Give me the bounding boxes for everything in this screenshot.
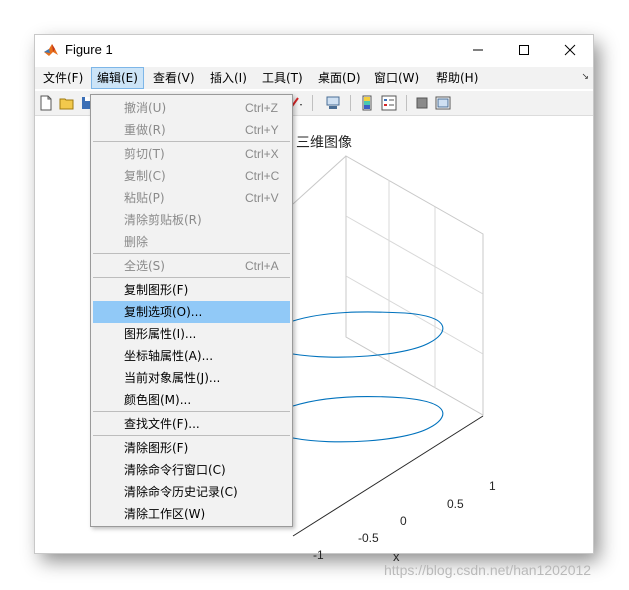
menu-file[interactable]: 文件(F) [38, 67, 88, 89]
menu-clear-command-window[interactable]: 清除命令行窗口(C) [93, 459, 290, 481]
x-tick-label: -0.5 [358, 531, 379, 545]
menu-help[interactable]: 帮助(H) [431, 67, 483, 89]
menu-clear-figure[interactable]: 清除图形(F) [93, 437, 290, 459]
menu-clear-workspace[interactable]: 清除工作区(W) [93, 503, 290, 525]
menu-cut[interactable]: 剪切(T) Ctrl+X [93, 143, 290, 165]
menu-copy[interactable]: 复制(C) Ctrl+C [93, 165, 290, 187]
menu-axes-properties[interactable]: 坐标轴属性(A)... [93, 345, 290, 367]
figure-window: Figure 1 文件(F) 编辑(E) 查看(V) 插入(I) 工具(T) 桌… [35, 35, 593, 564]
link-plot-icon[interactable] [325, 95, 341, 111]
watermark: https://blog.csdn.net/han1202012 [384, 562, 592, 578]
menu-edit[interactable]: 编辑(E) [91, 67, 144, 89]
edit-menu-dropdown: 撤消(U) Ctrl+Z 重做(R) Ctrl+Y 剪切(T) Ctrl+X 复制(C… [90, 94, 293, 527]
colorbar-icon[interactable] [359, 95, 375, 111]
window-title: Figure 1 [65, 42, 113, 57]
close-icon [564, 44, 576, 56]
legend-icon[interactable] [381, 95, 397, 111]
menu-undo[interactable]: 撤消(U) Ctrl+Z [93, 97, 290, 119]
menu-colormap[interactable]: 颜色图(M)... [93, 389, 290, 411]
minimize-button[interactable] [455, 35, 501, 65]
close-button[interactable] [547, 35, 593, 65]
minimize-icon [473, 49, 483, 51]
menu-view[interactable]: 查看(V) [148, 67, 200, 89]
plot-title: 三维图像 [296, 135, 352, 151]
x-tick-label: 1 [489, 479, 496, 493]
menu-find-files[interactable]: 查找文件(F)... [93, 413, 290, 435]
show-plot-tools-icon[interactable] [435, 95, 451, 111]
menu-select-all[interactable]: 全选(S) Ctrl+A [93, 255, 290, 277]
maximize-button[interactable] [501, 35, 547, 65]
x-tick-label: 0 [400, 514, 407, 528]
plot-curve-lower [292, 395, 444, 443]
title-bar[interactable]: Figure 1 [35, 35, 593, 65]
x-tick-label: -1 [313, 548, 324, 562]
menu-bar: 文件(F) 编辑(E) 查看(V) 插入(I) 工具(T) 桌面(D) 窗口(W… [35, 67, 593, 89]
menu-insert[interactable]: 插入(I) [205, 67, 252, 89]
x-tick-label: 0.5 [447, 497, 464, 511]
menu-desktop[interactable]: 桌面(D) [313, 67, 366, 89]
menu-paste[interactable]: 粘贴(P) Ctrl+V [93, 187, 290, 209]
menu-clear-command-history[interactable]: 清除命令历史记录(C) [93, 481, 290, 503]
hide-plot-tools-icon[interactable] [414, 95, 430, 111]
menu-redo[interactable]: 重做(R) Ctrl+Y [93, 119, 290, 141]
menubar-dock-arrow-icon[interactable]: ↘ [581, 72, 589, 82]
matlab-logo-icon [44, 44, 58, 56]
menu-current-object-properties[interactable]: 当前对象属性(J)... [93, 367, 290, 389]
menu-copy-figure[interactable]: 复制图形(F) [93, 279, 290, 301]
new-figure-icon[interactable] [38, 95, 54, 111]
maximize-icon [519, 45, 529, 55]
menu-window[interactable]: 窗口(W) [369, 67, 424, 89]
menu-tools[interactable]: 工具(T) [257, 67, 308, 89]
menu-copy-options[interactable]: 复制选项(O)... [93, 301, 290, 323]
menu-figure-properties[interactable]: 图形属性(I)... [93, 323, 290, 345]
open-file-icon[interactable] [59, 95, 75, 111]
menu-clear-clipboard[interactable]: 清除剪贴板(R) [93, 209, 290, 231]
menu-delete[interactable]: 删除 [93, 231, 290, 253]
